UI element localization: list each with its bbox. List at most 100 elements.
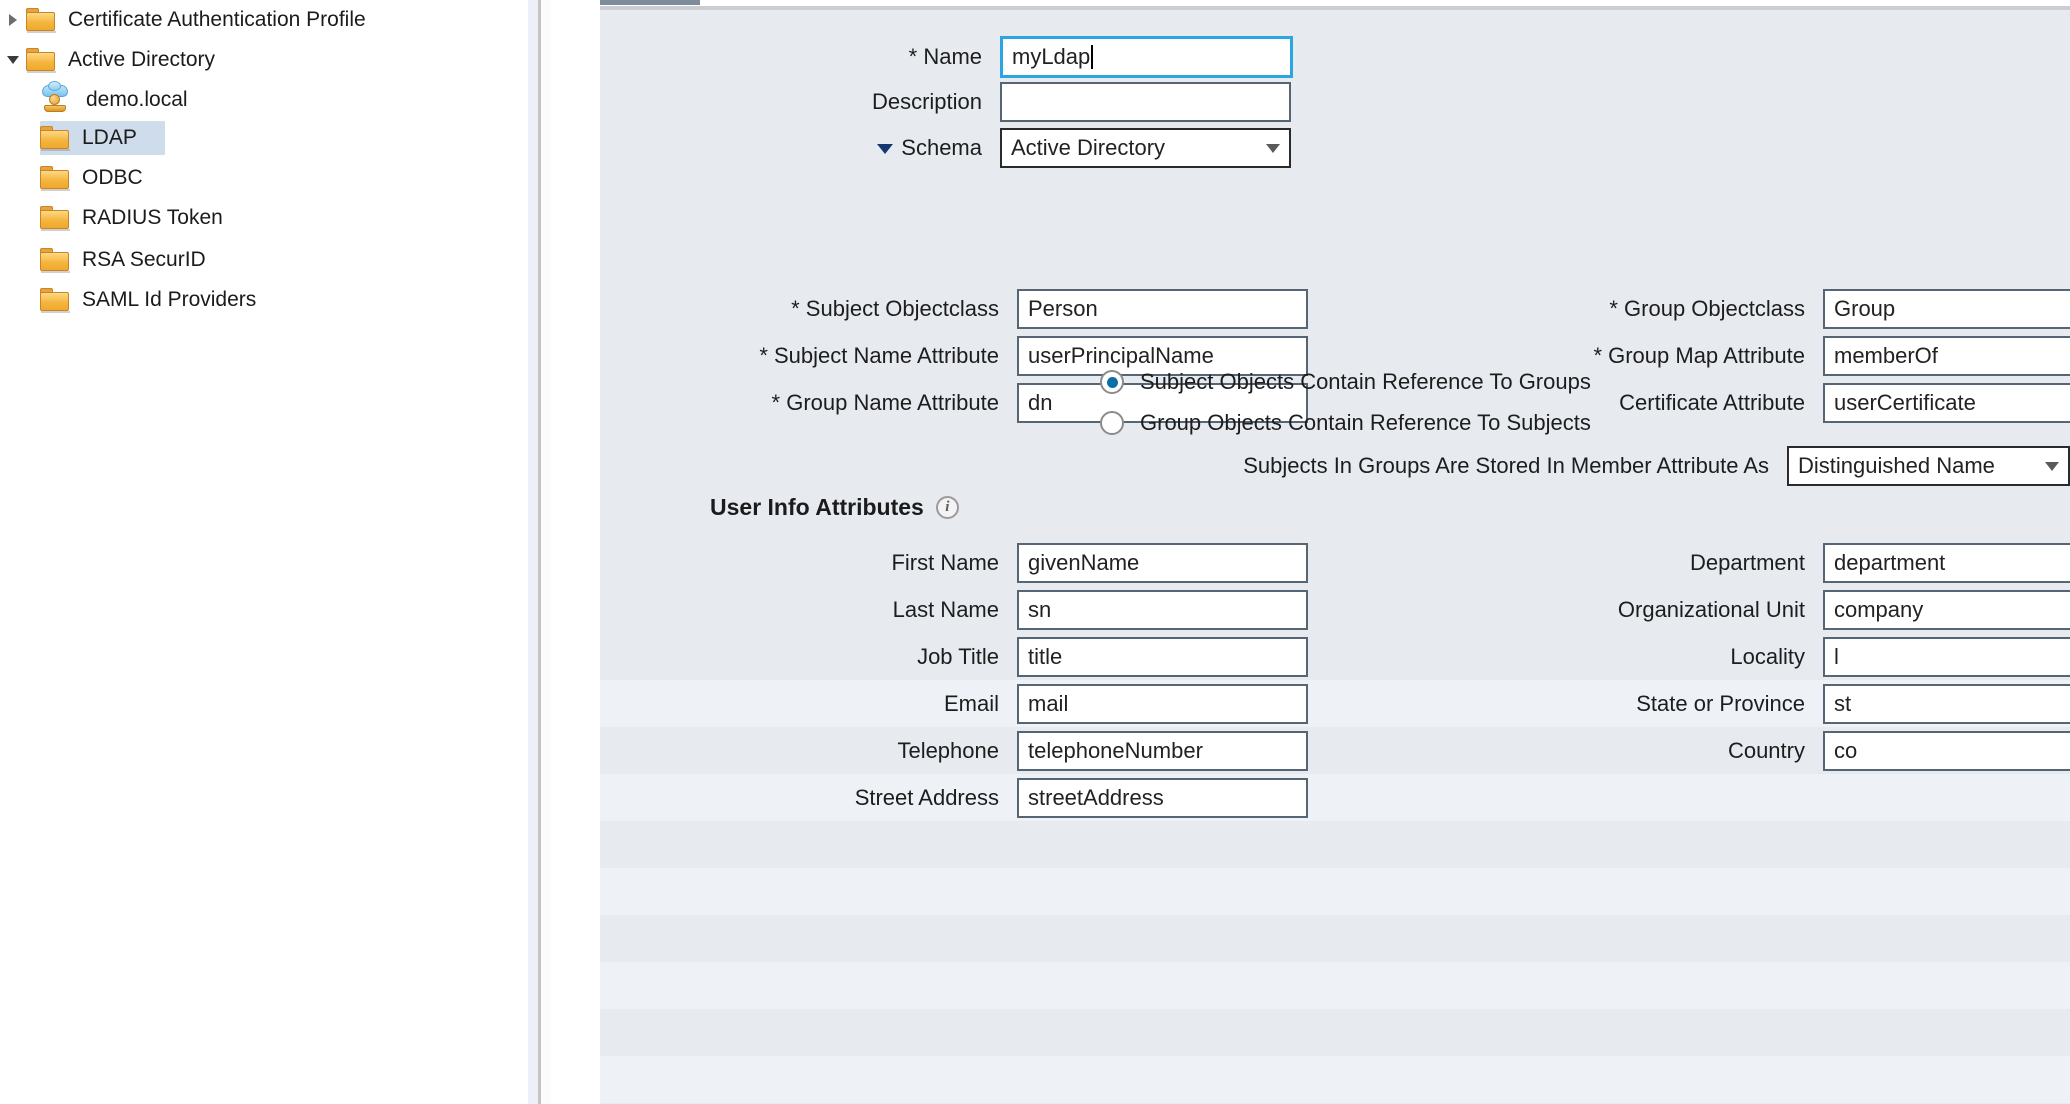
tree-item-label: LDAP (82, 126, 137, 149)
country-value: co (1834, 738, 1858, 763)
folder-icon (26, 8, 56, 33)
folder-icon (26, 48, 56, 73)
department-row: Department department (1320, 543, 2070, 583)
folder-icon (40, 206, 70, 231)
department-label: Department (1690, 550, 1805, 575)
name-field-row: * Name myLdap (600, 36, 1600, 78)
user-info-attributes-heading: User Info Attributes i (710, 494, 959, 521)
tab-active-indicator[interactable] (600, 0, 700, 5)
schema-select[interactable]: Active Directory (1000, 128, 1291, 168)
tree-item-active-directory[interactable]: Active Directory (0, 40, 528, 80)
group-objectclass-label: * Group Objectclass (1609, 296, 1805, 321)
info-icon[interactable]: i (935, 496, 959, 519)
section-title: User Info Attributes (710, 494, 924, 520)
tree-item-certificate-authentication-profile[interactable]: Certificate Authentication Profile (0, 0, 528, 40)
schema-label: Schema (901, 135, 982, 160)
organizational-unit-label: Organizational Unit (1617, 597, 1805, 622)
subject-objectclass-value: Person (1028, 296, 1098, 321)
radio-button-unselected[interactable] (1100, 411, 1124, 435)
description-input[interactable] (1000, 82, 1291, 122)
subject-name-attribute-value: userPrincipalName (1028, 343, 1214, 368)
subject-objectclass-input[interactable]: Person (1017, 289, 1308, 329)
telephone-input[interactable]: telephoneNumber (1017, 731, 1308, 771)
email-value: mail (1028, 691, 1069, 716)
country-label: Country (1727, 738, 1805, 763)
subject-name-attribute-label: * Subject Name Attribute (759, 343, 999, 368)
state-or-province-label: State or Province (1636, 691, 1805, 716)
telephone-value: telephoneNumber (1028, 738, 1203, 763)
schema-select-value: Active Directory (1011, 135, 1166, 160)
organizational-unit-value: company (1834, 597, 1924, 622)
street-address-value: streetAddress (1028, 785, 1164, 810)
last-name-label: Last Name (892, 597, 999, 622)
last-name-value: sn (1028, 597, 1052, 622)
country-row: Country co (1320, 731, 2070, 771)
panel-splitter[interactable] (528, 0, 600, 1104)
radio-label: Subject Objects Contain Reference To Gro… (1140, 369, 1591, 394)
subject-objectclass-label: * Subject Objectclass (791, 296, 999, 321)
state-or-province-input[interactable]: st (1823, 684, 2070, 724)
street-address-row: Street Address streetAddress (600, 778, 1620, 818)
schema-field-row: Schema Active Directory (600, 128, 1600, 168)
certificate-attribute-value: userCertificate (1834, 390, 1976, 415)
radio-subject-objects-contain-reference-to-groups[interactable]: Subject Objects Contain Reference To Gro… (1100, 369, 1591, 395)
member-attribute-select[interactable]: Distinguished Name (1787, 446, 2070, 486)
tree-item-saml-id-providers[interactable]: SAML Id Providers (0, 280, 528, 320)
country-input[interactable]: co (1823, 731, 2070, 771)
last-name-input[interactable]: sn (1017, 590, 1308, 630)
locality-value: l (1834, 644, 1839, 669)
locality-label: Locality (1730, 644, 1805, 669)
tree-item-label: SAML Id Providers (82, 288, 257, 311)
certificate-attribute-input[interactable]: userCertificate (1823, 383, 2070, 423)
organizational-unit-input[interactable]: company (1823, 590, 2070, 630)
first-name-label: First Name (891, 550, 999, 575)
tree-item-rsa-securid[interactable]: RSA SecurID (0, 240, 528, 280)
tree-item-radius-token[interactable]: RADIUS Token (0, 198, 528, 238)
group-objectclass-value: Group (1834, 296, 1896, 321)
row-stripe (600, 962, 2070, 1009)
department-value: department (1834, 550, 1946, 575)
tree-item-label: Certificate Authentication Profile (68, 8, 366, 31)
tree-item-odbc[interactable]: ODBC (0, 158, 528, 198)
name-input[interactable]: myLdap (1000, 36, 1293, 78)
locality-row: Locality l (1320, 637, 2070, 677)
state-or-province-value: st (1834, 691, 1852, 716)
radio-label: Group Objects Contain Reference To Subje… (1140, 410, 1591, 435)
tab-strip (600, 0, 2070, 10)
directory-server-icon (42, 81, 76, 115)
organizational-unit-row: Organizational Unit company (1320, 590, 2070, 630)
email-input[interactable]: mail (1017, 684, 1308, 724)
tree-item-ldap[interactable]: LDAP (0, 118, 528, 158)
ldap-configuration-form: * Name myLdap Description Schema Active … (600, 10, 2070, 1104)
tree-item-demo-local[interactable]: demo.local (42, 80, 528, 120)
name-input-value: myLdap (1012, 44, 1091, 69)
ldap-identity-source-screen: Certificate Authentication Profile Activ… (0, 0, 2070, 1104)
expander-collapsed-icon[interactable] (0, 0, 26, 40)
first-name-input[interactable]: givenName (1017, 543, 1308, 583)
tree-item-label: Active Directory (68, 48, 216, 71)
radio-group-objects-contain-reference-to-subjects[interactable]: Group Objects Contain Reference To Subje… (1100, 410, 1591, 436)
radio-button-selected[interactable] (1100, 370, 1124, 394)
chevron-down-icon (1266, 143, 1280, 153)
street-address-label: Street Address (854, 785, 999, 810)
expander-expanded-icon[interactable] (0, 40, 26, 80)
telephone-label: Telephone (897, 738, 999, 763)
group-name-attribute-value: dn (1028, 390, 1053, 415)
street-address-input[interactable]: streetAddress (1017, 778, 1308, 818)
locality-input[interactable]: l (1823, 637, 2070, 677)
chevron-down-icon (2045, 461, 2059, 471)
job-title-input[interactable]: title (1017, 637, 1308, 677)
group-name-attribute-label: * Group Name Attribute (771, 390, 999, 415)
email-label: Email (943, 691, 999, 716)
tree-item-label: RSA SecurID (82, 248, 206, 271)
text-cursor (1091, 45, 1094, 69)
department-input[interactable]: department (1823, 543, 2070, 583)
row-stripe (600, 1056, 2070, 1103)
state-or-province-row: State or Province st (1320, 684, 2070, 724)
job-title-value: title (1028, 644, 1063, 669)
schema-expander-icon[interactable] (877, 144, 894, 155)
group-map-attribute-input[interactable]: memberOf (1823, 336, 2070, 376)
row-stripe (600, 868, 2070, 915)
name-label: * Name (908, 44, 982, 69)
group-objectclass-input[interactable]: Group (1823, 289, 2070, 329)
